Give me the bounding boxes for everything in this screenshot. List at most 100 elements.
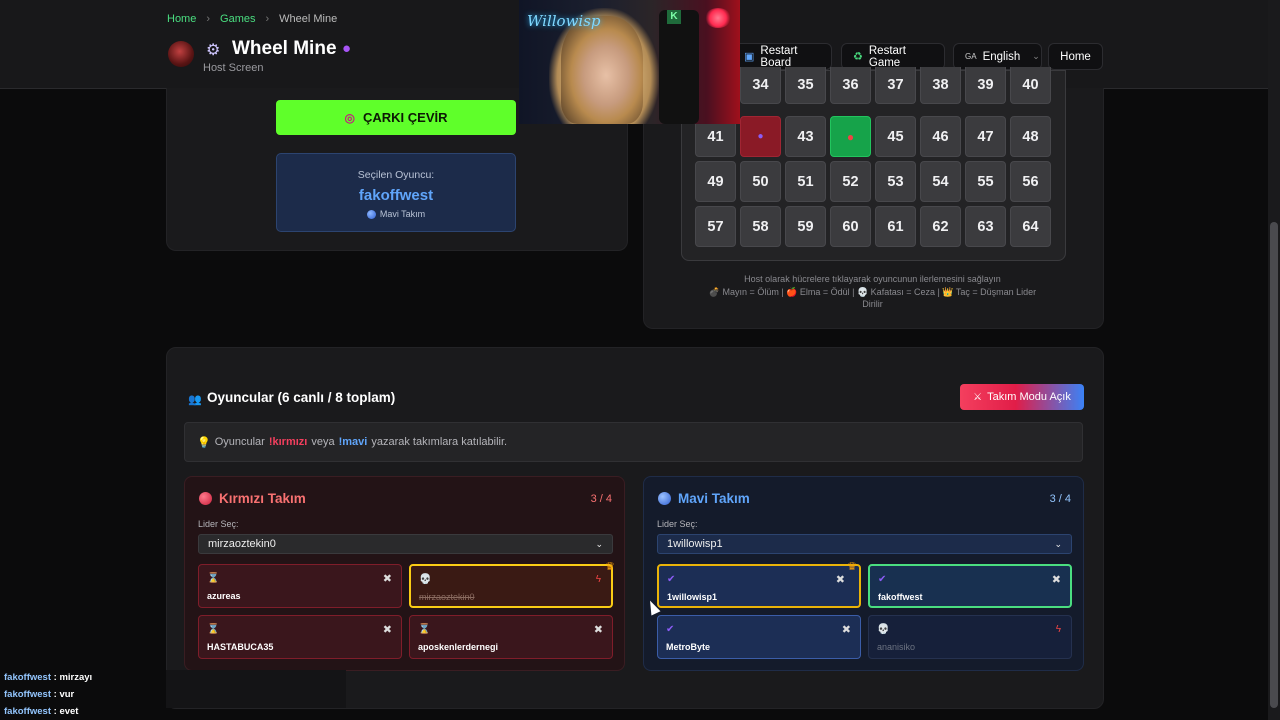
restart-game-label: Restart Game — [868, 44, 906, 69]
join-info-bar: 💡 Oyuncular !kırmızı veya !mavi yazarak … — [184, 422, 1083, 462]
light-glow — [705, 8, 731, 28]
board-cell-36[interactable]: 36 — [830, 67, 871, 104]
chat-message: fakoffwest : mirzayı — [4, 672, 93, 683]
chevron-right-icon: › — [206, 13, 211, 25]
player-card-metrobyte[interactable]: ✔ ✖ MetroByte — [657, 615, 861, 659]
language-icon: GA — [965, 52, 977, 61]
home-button[interactable]: Home — [1048, 43, 1103, 70]
breadcrumb-games[interactable]: Games — [220, 13, 255, 25]
restart-board-label: Restart Board — [760, 44, 798, 69]
red-team-count: 3 / 4 — [590, 493, 612, 505]
chat-username: fakoffwest — [4, 672, 51, 683]
restart-board-button[interactable]: ▣ Restart Board — [732, 43, 832, 70]
remove-player-icon[interactable]: ✖ — [836, 573, 845, 586]
board-cell-61[interactable]: 61 — [875, 206, 916, 247]
red-leader-value: mirzaoztekin0 — [208, 538, 276, 550]
board-cell-47[interactable]: 47 — [965, 116, 1006, 157]
host-instructions: Host olarak hücrelere tıklayarak oyuncun… — [643, 273, 1102, 311]
board-cell-59[interactable]: 59 — [785, 206, 826, 247]
chat-username: fakoffwest — [4, 706, 51, 717]
board-cell-58[interactable]: 58 — [740, 206, 781, 247]
remove-player-icon[interactable]: ✖ — [842, 623, 851, 636]
player-card-azureas[interactable]: ⌛ ✖ azureas — [198, 564, 402, 608]
crown-icon: ♛ — [605, 561, 615, 573]
board-cell-44[interactable]: ● — [830, 116, 871, 157]
player-card-1willowisp1[interactable]: ✔ ♛ ✖ 1willowisp1 — [657, 561, 861, 608]
info-red-command: !kırmızı — [268, 436, 308, 448]
board-cell-55[interactable]: 55 — [965, 161, 1006, 202]
board-cell-53[interactable]: 53 — [875, 161, 916, 202]
board-cell-64[interactable]: 64 — [1010, 206, 1051, 247]
board-cell-54[interactable]: 54 — [920, 161, 961, 202]
board-cell-35[interactable]: 35 — [785, 67, 826, 104]
breadcrumb-home[interactable]: Home — [167, 13, 196, 25]
neon-sign: Willowisp — [527, 12, 601, 30]
board-cell-38[interactable]: 38 — [920, 67, 961, 104]
avatar[interactable] — [168, 41, 194, 67]
board-cell-56[interactable]: 56 — [1010, 161, 1051, 202]
blue-leader-select[interactable]: 1willowisp1 ⌄ — [657, 534, 1072, 554]
board-cell-46[interactable]: 46 — [920, 116, 961, 157]
red-team-header: Kırmızı Takım — [199, 491, 306, 506]
player-name: MetroByte — [666, 642, 711, 652]
board-cell-50[interactable]: 50 — [740, 161, 781, 202]
remove-player-icon[interactable]: ✖ — [383, 623, 392, 636]
remove-player-icon[interactable]: ✖ — [594, 623, 603, 636]
player-name: mirzaoztekin0 — [419, 592, 475, 602]
chevron-down-icon: ⌄ — [1032, 51, 1040, 61]
player-card-aposkenlerdernegi[interactable]: ⌛ ✖ aposkenlerdernegi — [409, 615, 613, 659]
board-cell-45[interactable]: 45 — [875, 116, 916, 157]
team-mode-toggle[interactable]: ⚔ Takım Modu Açık — [960, 384, 1084, 410]
board-cell-52[interactable]: 52 — [830, 161, 871, 202]
player-card-mirzaoztekin0[interactable]: 💀 ♛ ϟ mirzaoztekin0 — [409, 561, 615, 608]
board-cell-49[interactable]: 49 — [695, 161, 736, 202]
page-subtitle: Host Screen — [203, 62, 264, 74]
check-icon: ✔ — [878, 574, 887, 585]
red-leader-select[interactable]: mirzaoztekin0 ⌄ — [198, 534, 613, 554]
webcam-overlay: K Willowisp — [519, 0, 740, 124]
info-suffix: yazarak takımlara katılabilir. — [371, 436, 508, 448]
board-legend-cont: Dirilir — [862, 299, 883, 309]
crown-icon: ♛ — [847, 561, 857, 573]
board-cell-62[interactable]: 62 — [920, 206, 961, 247]
board-cell-60[interactable]: 60 — [830, 206, 871, 247]
board-cell-40[interactable]: 40 — [1010, 67, 1051, 104]
board-cell-34[interactable]: 34 — [740, 67, 781, 104]
blue-team-count: 3 / 4 — [1049, 493, 1071, 505]
host-note-text: Host olarak hücrelere tıklayarak oyuncun… — [744, 274, 1001, 284]
blue-team-icon — [658, 492, 671, 505]
language-select[interactable]: GA English ⌄ — [953, 43, 1042, 70]
board-cell-39[interactable]: 39 — [965, 67, 1006, 104]
restart-game-button[interactable]: ♻ Restart Game — [841, 43, 945, 70]
board-cell-42[interactable]: ● — [740, 116, 781, 157]
chevron-down-icon: ⌄ — [1054, 538, 1062, 549]
recycle-icon: ♻ — [853, 51, 863, 63]
blue-team-icon — [366, 209, 376, 219]
remove-player-icon[interactable]: ✖ — [1052, 573, 1061, 586]
hourglass-icon: ⌛ — [207, 624, 220, 635]
language-label: English — [982, 50, 1021, 63]
red-leader-label: Lider Seç: — [198, 519, 239, 529]
selected-player-team-label: Mavi Takım — [379, 209, 426, 219]
red-team-name: Kırmızı Takım — [219, 491, 306, 506]
board-cell-57[interactable]: 57 — [695, 206, 736, 247]
board-cell-48[interactable]: 48 — [1010, 116, 1051, 157]
apple-icon: ● — [846, 129, 855, 144]
board-cell-43[interactable]: 43 — [785, 116, 826, 157]
skull-icon: 💀 — [877, 624, 890, 635]
spin-wheel-button[interactable]: ◎ ÇARKI ÇEVİR — [276, 100, 516, 135]
red-team-panel: Kırmızı Takım 3 / 4 Lider Seç: mirzaozte… — [184, 476, 625, 671]
board-cell-63[interactable]: 63 — [965, 206, 1006, 247]
board-cell-51[interactable]: 51 — [785, 161, 826, 202]
info-blue-command: !mavi — [338, 436, 368, 448]
remove-player-icon[interactable]: ✖ — [383, 572, 392, 585]
info-mid: veya — [311, 436, 335, 448]
board-cell-37[interactable]: 37 — [875, 67, 916, 104]
bomb-icon: ● — [342, 40, 352, 57]
player-card-hastabuca35[interactable]: ⌛ ✖ HASTABUCA35 — [198, 615, 402, 659]
player-card-fakoffwest[interactable]: ✔ ✖ fakoffwest — [868, 564, 1072, 608]
player-card-ananisiko[interactable]: 💀 ϟ ananisiko — [868, 615, 1072, 659]
player-name: aposkenlerdernegi — [418, 642, 499, 652]
team-mode-label: Takım Modu Açık — [987, 391, 1071, 403]
scrollbar-thumb[interactable] — [1270, 222, 1278, 708]
